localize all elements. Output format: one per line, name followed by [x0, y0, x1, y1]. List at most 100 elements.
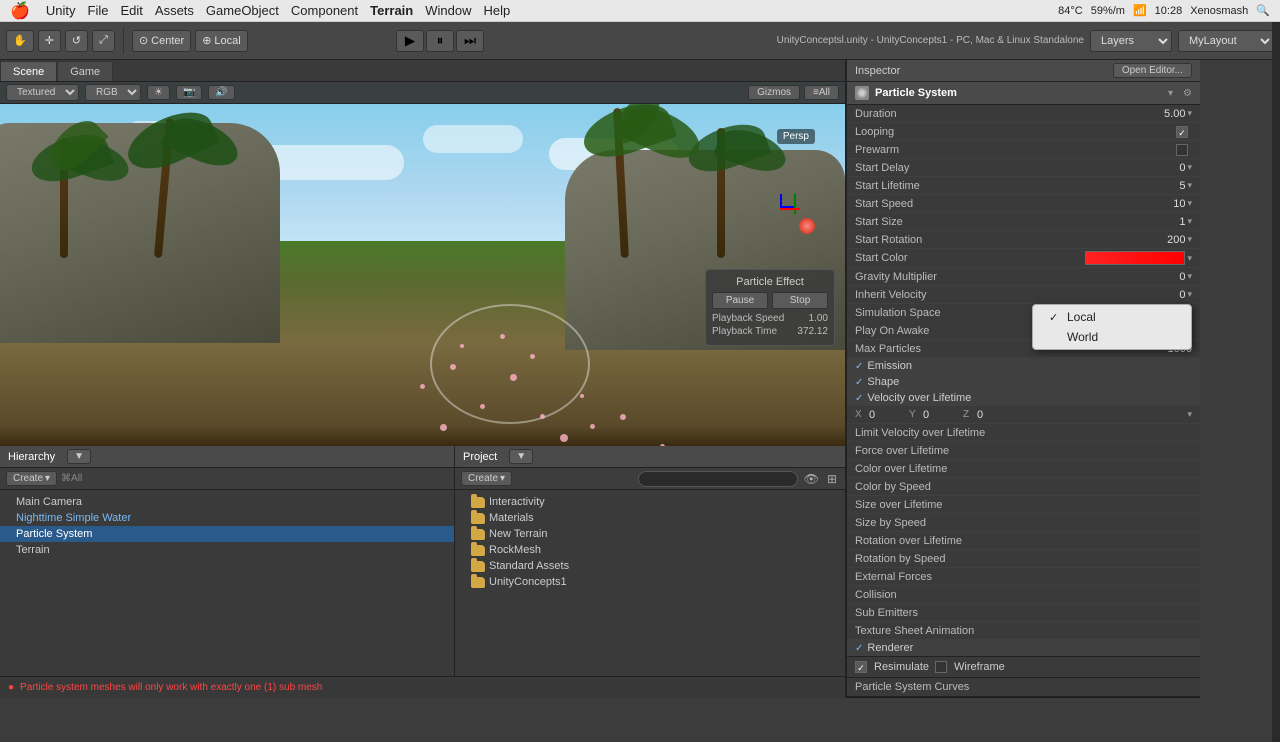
hierarchy-item-main-camera[interactable]: Main Camera — [0, 494, 454, 510]
dropdown-option-world[interactable]: World — [1033, 327, 1191, 347]
search-icon[interactable]: 🔍 — [1256, 4, 1270, 17]
tab-scene[interactable]: Scene — [0, 61, 57, 81]
tab-game[interactable]: Game — [57, 61, 113, 81]
time-display: 10:28 — [1155, 5, 1183, 17]
start-rotation-value[interactable]: 200 — [1125, 234, 1185, 246]
ps-curves-section: Particle System Curves — [847, 677, 1200, 698]
color-speed-row[interactable]: Color by Speed — [847, 478, 1200, 496]
pause-button[interactable]: ⏸ — [426, 30, 454, 52]
step-button[interactable]: ⏭ — [456, 30, 484, 52]
audio-icon-btn[interactable]: 🔊 — [208, 85, 234, 100]
hierarchy-item-particle-system[interactable]: Particle System — [0, 526, 454, 542]
project-item-materials[interactable]: Materials — [455, 510, 845, 526]
gizmos-btn[interactable]: Gizmos — [748, 85, 800, 100]
open-editor-btn[interactable]: Open Editor... — [1113, 63, 1192, 78]
menu-help[interactable]: Help — [483, 3, 510, 18]
scene-canvas[interactable]: Persp Particle Effect Pause Stop Playbac… — [0, 104, 845, 446]
size-lifetime-row[interactable]: Size over Lifetime — [847, 496, 1200, 514]
force-lifetime-row[interactable]: Force over Lifetime — [847, 442, 1200, 460]
move-tool[interactable]: ✛ — [38, 30, 61, 52]
dropdown-option-local[interactable]: ✓ Local — [1033, 307, 1191, 327]
wireframe-checkbox-label[interactable]: Wireframe — [935, 661, 1005, 673]
display-mode-select[interactable]: Textured — [6, 84, 79, 101]
menu-component[interactable]: Component — [291, 3, 358, 18]
gravity-multiplier-value[interactable]: 0 — [1125, 271, 1185, 283]
scale-tool[interactable]: ⤢ — [92, 30, 115, 52]
color-lifetime-row[interactable]: Color over Lifetime — [847, 460, 1200, 478]
menu-window[interactable]: Window — [425, 3, 471, 18]
ps-options-icon[interactable]: ⚙ — [1183, 88, 1192, 99]
start-size-value[interactable]: 1 — [1125, 216, 1185, 228]
center-pivot-btn[interactable]: ⊙ Center — [132, 30, 191, 52]
start-lifetime-value[interactable]: 5 — [1125, 180, 1185, 192]
looping-label: Looping — [855, 126, 1176, 138]
start-delay-value[interactable]: 0 — [1125, 162, 1185, 174]
project-item-rockmesh[interactable]: RockMesh — [455, 542, 845, 558]
menubar-right: 84°C 59%/m 📶 10:28 Xenosmash 🔍 — [1058, 4, 1280, 17]
menu-assets[interactable]: Assets — [155, 3, 194, 18]
play-button[interactable]: ▶ — [396, 30, 424, 52]
ps-collapse-arrow[interactable]: ▾ — [1168, 88, 1173, 99]
project-item-standard-assets[interactable]: Standard Assets — [455, 558, 845, 574]
resimulate-checkbox[interactable] — [855, 661, 867, 673]
x-axis-value[interactable]: 0 — [869, 409, 899, 421]
project-create-btn[interactable]: Create ▾ — [461, 471, 512, 486]
hierarchy-tab[interactable]: Hierarchy — [8, 451, 55, 463]
project-search-input[interactable] — [638, 471, 798, 487]
simulation-space-dropdown[interactable]: ✓ Local World — [1032, 304, 1192, 350]
start-color-swatch[interactable] — [1085, 251, 1185, 265]
layers-dropdown[interactable]: Layers — [1090, 30, 1172, 52]
menu-gameobject[interactable]: GameObject — [206, 3, 279, 18]
all-layers-btn[interactable]: ≡All — [804, 85, 839, 100]
y-axis-value[interactable]: 0 — [923, 409, 953, 421]
project-tab[interactable]: Project — [463, 451, 497, 463]
rotate-tool[interactable]: ↺ — [65, 30, 88, 52]
resimulate-checkbox-label[interactable]: Resimulate — [855, 661, 929, 673]
project-item-unity-concepts[interactable]: UnityConcepts1 — [455, 574, 845, 590]
renderer-section[interactable]: ✓ Renderer — [847, 640, 1200, 656]
start-speed-value[interactable]: 10 — [1125, 198, 1185, 210]
palm-1 — [60, 138, 68, 258]
project-item-new-terrain[interactable]: New Terrain — [455, 526, 845, 542]
local-global-btn[interactable]: ⊕ Local — [195, 30, 248, 52]
sub-emitters-row[interactable]: Sub Emitters — [847, 604, 1200, 622]
menu-unity[interactable]: Unity — [46, 3, 76, 18]
velocity-lifetime-section[interactable]: ✓ Velocity over Lifetime — [847, 390, 1200, 406]
external-forces-row[interactable]: External Forces — [847, 568, 1200, 586]
stop-particle-btn[interactable]: Stop — [772, 292, 828, 309]
inherit-velocity-value[interactable]: 0 — [1125, 289, 1185, 301]
color-mode-select[interactable]: RGB — [85, 84, 141, 101]
z-axis-value[interactable]: 0 — [977, 409, 1185, 421]
menu-edit[interactable]: Edit — [121, 3, 143, 18]
wireframe-checkbox[interactable] — [935, 661, 947, 673]
limit-velocity-row[interactable]: Limit Velocity over Lifetime — [847, 424, 1200, 442]
shape-section[interactable]: ✓ Shape — [847, 374, 1200, 390]
ps-curves-area[interactable] — [847, 697, 1200, 698]
project-eye-btn[interactable]: 👁 — [802, 472, 821, 486]
size-speed-row[interactable]: Size by Speed — [847, 514, 1200, 532]
looping-checkbox[interactable] — [1176, 126, 1188, 138]
menu-file[interactable]: File — [88, 3, 109, 18]
apple-menu-icon[interactable]: 🍎 — [10, 1, 30, 21]
texture-sheet-row[interactable]: Texture Sheet Animation — [847, 622, 1200, 640]
camera-icon-btn[interactable]: 📷 — [176, 85, 202, 100]
project-item-interactivity[interactable]: Interactivity — [455, 494, 845, 510]
hierarchy-item-nighttime-water[interactable]: Nighttime Simple Water — [0, 510, 454, 526]
emission-section[interactable]: ✓ Emission — [847, 358, 1200, 374]
duration-value[interactable]: 5.00 — [1125, 108, 1185, 120]
collision-row[interactable]: Collision — [847, 586, 1200, 604]
pause-particle-btn[interactable]: Pause — [712, 292, 768, 309]
inspector-tab[interactable]: Inspector — [855, 65, 900, 77]
rotation-lifetime-row[interactable]: Rotation over Lifetime — [847, 532, 1200, 550]
sun-icon-btn[interactable]: ☀ — [147, 85, 170, 100]
project-grid-btn[interactable]: ⊞ — [825, 472, 839, 486]
rotation-speed-row[interactable]: Rotation by Speed — [847, 550, 1200, 568]
prewarm-checkbox[interactable] — [1176, 144, 1188, 156]
project-maximize-btn[interactable]: ▼ — [509, 449, 533, 464]
hierarchy-create-btn[interactable]: Create ▾ — [6, 471, 57, 486]
hierarchy-maximize-btn[interactable]: ▼ — [67, 449, 91, 464]
hierarchy-item-terrain[interactable]: Terrain — [0, 542, 454, 558]
menu-terrain[interactable]: Terrain — [370, 3, 413, 18]
layout-dropdown[interactable]: MyLayout — [1178, 30, 1274, 52]
hand-tool[interactable]: ✋ — [6, 30, 34, 52]
